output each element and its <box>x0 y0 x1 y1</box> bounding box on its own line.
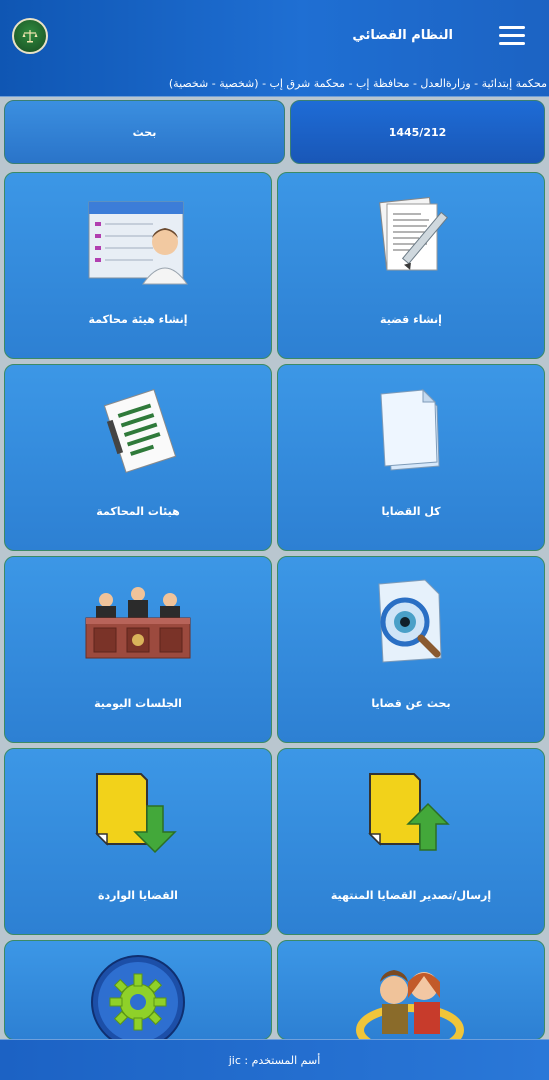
documents-stack-icon <box>380 388 440 471</box>
username-label: أسم المستخدم : jic <box>228 1053 321 1067</box>
tile-panels[interactable]: هيئات المحاكمة <box>4 364 272 551</box>
document-magnifier-icon <box>378 579 442 663</box>
courtroom-judges-icon <box>85 587 191 659</box>
hamburger-icon[interactable] <box>499 26 525 46</box>
document-pen-icon <box>379 197 449 271</box>
tile-settings[interactable] <box>4 940 272 1040</box>
search-button[interactable]: بحث <box>4 100 285 164</box>
app-title: النظام القضائي <box>352 28 453 43</box>
tile-label: كل القضايا <box>381 505 441 518</box>
tile-export-cases[interactable]: إرسال/تصدير القضايا المنتهية <box>277 748 545 935</box>
tile-create-panel[interactable]: إنشاء هيئة محاكمة <box>4 172 272 359</box>
tile-label: هيئات المحاكمة <box>96 505 180 518</box>
tile-label: إنشاء قضية <box>380 313 442 326</box>
top-actions: بحث 1445/212 <box>4 100 545 164</box>
folder-download-icon <box>95 773 177 854</box>
tile-users[interactable] <box>277 940 545 1040</box>
tile-label: إنشاء هيئة محاكمة <box>88 313 188 326</box>
justice-scale-logo <box>12 18 48 54</box>
tile-label: الجلسات اليومية <box>94 697 182 710</box>
tile-label: بحث عن قضايا <box>371 697 451 710</box>
tile-incoming-cases[interactable]: القضايا الواردة <box>4 748 272 935</box>
tile-search-cases[interactable]: بحث عن قضايا <box>277 556 545 743</box>
gear-settings-icon <box>91 955 185 1039</box>
tile-all-cases[interactable]: كل القضايا <box>277 364 545 551</box>
header-divider <box>0 96 549 97</box>
user-form-icon <box>88 201 188 285</box>
tile-label: إرسال/تصدير القضايا المنتهية <box>330 889 492 902</box>
tile-label: القضايا الواردة <box>98 889 178 902</box>
users-badge-icon <box>356 970 464 1039</box>
folder-upload-icon <box>368 773 450 851</box>
list-document-icon <box>103 389 177 473</box>
court-path: محكمة إبتدائية - وزارةالعدل - محافظة إب … <box>168 77 547 90</box>
footer-bar: أسم المستخدم : jic <box>0 1039 549 1080</box>
tile-daily-sessions[interactable]: الجلسات اليومية <box>4 556 272 743</box>
app-bar: النظام القضائي محكمة إبتدائية - وزارةالع… <box>0 0 549 97</box>
tile-create-case[interactable]: إنشاء قضية <box>277 172 545 359</box>
case-number-field[interactable]: 1445/212 <box>290 100 545 164</box>
